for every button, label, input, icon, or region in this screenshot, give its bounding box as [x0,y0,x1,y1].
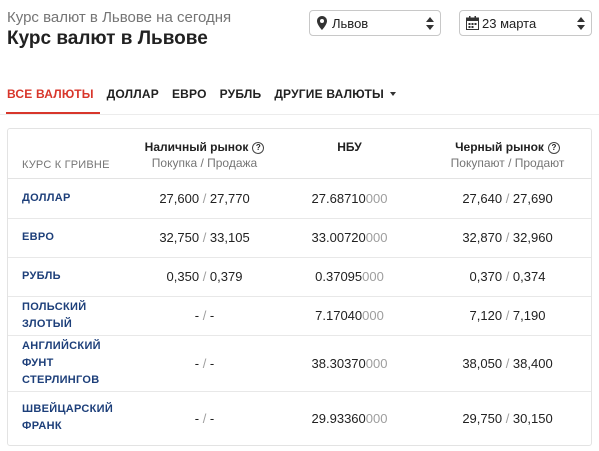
help-icon[interactable]: ? [547,142,560,154]
nbu-tail: 000 [362,269,384,284]
table-row: ЕВРО 32,750 / 33,105 33.00720000 32,870 … [8,218,591,258]
black-rate: 0,370 / 0,374 [424,257,591,297]
city-select[interactable]: Львов [309,10,441,36]
black-rate: 32,870 / 32,960 [424,218,591,258]
nbu-rate: 33.00720000 [275,218,424,258]
column-nbu: НБУ [275,129,424,179]
currency-link[interactable]: ПОЛЬСКИЙ ЗЛОТЫЙ [8,296,134,336]
nbu-main: 0.37095 [315,269,363,284]
select-arrows-icon [574,13,588,33]
tabs-divider [0,114,599,115]
date-select[interactable]: 23 марта [459,10,592,36]
nbu-tail: 000 [365,230,388,245]
black-market-title: Черный рынок [455,140,544,154]
black-buy: 0,370 [469,269,503,284]
currency-link[interactable]: ШВЕЙЦАРСКИЙ ФРАНК [8,391,134,445]
table-row: ШВЕЙЦАРСКИЙ ФРАНК - / - 29.93360000 29,7… [8,391,591,445]
page-subtitle: Курс валют в Львове на сегодня [7,9,232,26]
page-title: Курс валют в Львове [7,28,208,49]
nbu-tail: 000 [365,190,388,206]
nbu-tail: 000 [362,308,384,323]
cash-sell: 27,770 [209,190,250,206]
tab-other-currencies[interactable]: ДРУГИЕ ВАЛЮТЫ [267,84,402,111]
tab-other-label: ДРУГИЕ ВАЛЮТЫ [274,87,384,101]
cash-rate: - / - [194,410,215,426]
black-buy: 32,870 [462,230,503,245]
nbu-main: 38.30370 [311,355,366,371]
cash-rate: - / - [134,296,275,336]
black-buy: 27,640 [462,190,503,206]
column-cash-market: Наличный рынок? Покупка / Продажа [134,129,275,179]
select-arrows-icon [423,13,437,33]
black-rate: 7,120 / 7,190 [424,296,591,336]
black-buy: 38,050 [462,355,503,371]
column-black-market: Черный рынок? Покупают / Продают [424,129,591,179]
nbu-rate: 27.68710000 [275,178,424,219]
currency-link[interactable]: ДОЛЛАР [8,178,134,219]
tab-ruble[interactable]: РУБЛЬ [213,84,268,111]
nbu-rate: 29.93360000 [275,391,424,445]
rates-table: КУРС К ГРИВНЕ Наличный рынок? Покупка / … [8,129,591,445]
table-row: ПОЛЬСКИЙ ЗЛОТЫЙ - / - 7.17040000 7,120 /… [8,296,591,336]
black-sell: 0,374 [512,269,546,284]
cash-rate: 0,350 / 0,379 [134,257,275,297]
cash-market-title: Наличный рынок [144,140,249,154]
nbu-main: 33.00720 [311,230,366,245]
currency-link[interactable]: ЕВРО [8,218,134,258]
black-buy: 29,750 [462,410,503,426]
rates-table-card: КУРС К ГРИВНЕ Наличный рынок? Покупка / … [7,128,592,446]
table-row: РУБЛЬ 0,350 / 0,379 0.37095000 0,370 / 0… [8,257,591,297]
nbu-tail: 000 [365,355,388,371]
black-market-subtitle: Покупают / Продают [450,156,565,170]
black-sell: 7,190 [512,308,546,323]
black-sell: 38,400 [512,355,553,371]
city-value: Львов [332,15,369,31]
date-value: 23 марта [482,15,537,31]
table-row: ДОЛЛАР 27,600 / 27,770 27.68710000 27,64… [8,178,591,219]
cash-rate: 32,750 / 33,105 [134,218,275,258]
black-sell: 32,960 [512,230,553,245]
tab-all-currencies[interactable]: ВСЕ ВАЛЮТЫ [0,84,100,114]
map-pin-icon [314,15,330,31]
black-rate: 27,640 / 27,690 [424,178,591,219]
help-icon[interactable]: ? [252,142,265,154]
black-rate: 38,050 / 38,400 [424,335,591,392]
nbu-title: НБУ [337,140,362,154]
nbu-rate: 38.30370000 [275,335,424,392]
black-buy: 7,120 [469,308,503,323]
cash-sell: 0,379 [209,269,243,284]
cash-buy: 0,350 [166,269,200,284]
currency-link[interactable]: РУБЛЬ [8,257,134,297]
black-sell: 27,690 [512,190,553,206]
nbu-rate: 7.17040000 [275,296,424,336]
nbu-main: 29.93360 [311,410,366,426]
cash-buy: 27,600 [159,190,200,206]
black-sell: 30,150 [512,410,553,426]
table-row: АНГЛИЙСКИЙ ФУНТ СТЕРЛИНГОВ - / - 38.3037… [8,335,591,392]
cash-sell: - [209,410,215,426]
tab-dollar[interactable]: ДОЛЛАР [100,84,165,111]
nbu-main: 7.17040 [315,308,363,323]
currency-tabs: ВСЕ ВАЛЮТЫ ДОЛЛАР ЕВРО РУБЛЬ ДРУГИЕ ВАЛЮ… [0,84,402,114]
nbu-main: 27.68710 [311,190,366,206]
cash-sell: 33,105 [209,230,250,245]
nbu-rate: 0.37095000 [275,257,424,297]
currency-link[interactable]: АНГЛИЙСКИЙ ФУНТ СТЕРЛИНГОВ [8,335,134,392]
cash-sell: - [209,308,215,323]
cash-rate: 27,600 / 27,770 [134,178,275,219]
calendar-icon [464,15,480,31]
tab-euro[interactable]: ЕВРО [165,84,213,111]
cash-sell: - [209,355,215,371]
cash-rate: - / - [134,335,275,392]
column-label-currency: КУРС К ГРИВНЕ [8,129,134,179]
nbu-tail: 000 [365,410,388,426]
caret-down-icon [390,91,396,96]
cash-buy: 32,750 [159,230,200,245]
black-rate: 29,750 / 30,150 [462,410,553,426]
cash-market-subtitle: Покупка / Продажа [151,156,258,170]
table-header-row: КУРС К ГРИВНЕ Наличный рынок? Покупка / … [8,129,591,179]
